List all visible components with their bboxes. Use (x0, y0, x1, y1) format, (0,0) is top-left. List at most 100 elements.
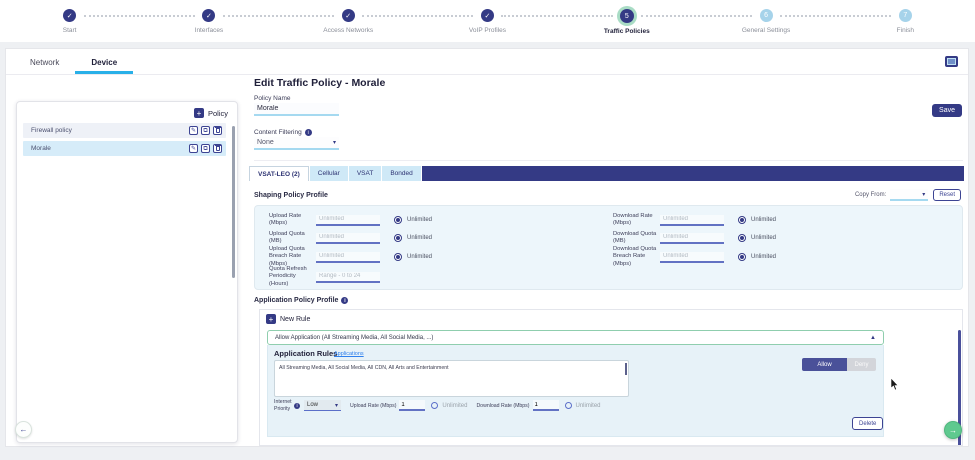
download-rate-input[interactable] (660, 215, 724, 226)
new-rule-button[interactable]: + New Rule (266, 314, 310, 324)
step-check-icon: ✓ (63, 9, 76, 22)
policy-list-scrollbar[interactable] (232, 126, 235, 278)
back-arrow-icon: ← (20, 425, 28, 434)
content-filtering-select[interactable]: None ▾ (254, 137, 339, 150)
policy-name: Morale (31, 145, 186, 152)
allow-button[interactable]: Allow (802, 358, 847, 371)
copy-from-label: Copy From: (855, 192, 886, 198)
application-title-text: Application Policy Profile (254, 297, 338, 304)
download-rate-row: Download Rate (Mbps) Unlimited (613, 211, 776, 229)
back-button[interactable]: ← (15, 421, 32, 438)
tab-cellular[interactable]: Cellular (310, 166, 348, 181)
download-unlimited-label: Unlimited (576, 403, 601, 409)
step-mark: 7 (903, 12, 907, 19)
delete-rule-button[interactable]: Delete (852, 417, 883, 430)
step-general-settings[interactable]: 6 General Settings (696, 0, 835, 42)
next-button[interactable]: → (944, 421, 962, 439)
panel-toggle-icon[interactable] (945, 56, 958, 67)
copy-icon[interactable]: ⧉ (201, 144, 210, 153)
download-unlimited-radio[interactable] (565, 402, 572, 409)
plus-icon: + (266, 314, 276, 324)
step-mark: ✓ (206, 12, 212, 20)
upload-breach-input[interactable] (316, 252, 380, 263)
unlimited-radio[interactable] (738, 234, 746, 242)
tab-network[interactable]: Network (14, 49, 75, 74)
policy-list-item-firewall[interactable]: Firewall policy ✎ ⧉ (23, 123, 226, 138)
edit-icon[interactable]: ✎ (189, 144, 198, 153)
step-voip-profiles[interactable]: ✓ VoIP Profiles (418, 0, 557, 42)
tab-vsat-leo[interactable]: VSAT-LEO (2) (249, 166, 309, 181)
unlimited-radio[interactable] (394, 253, 402, 261)
download-breach-input[interactable] (660, 252, 724, 263)
tab-device[interactable]: Device (75, 49, 133, 74)
upload-rate-input[interactable] (316, 215, 380, 226)
download-breach-label: Download Quota Breach Rate (Mbps) (613, 246, 660, 268)
step-access-networks[interactable]: ✓ Access Networks (279, 0, 418, 42)
quota-refresh-input[interactable] (316, 272, 380, 283)
rule-header-text: Allow Application (All Streaming Media, … (275, 335, 870, 341)
step-mark: 6 (764, 12, 768, 19)
unlimited-label: Unlimited (407, 217, 432, 223)
rule-accordion-header[interactable]: Allow Application (All Streaming Media, … (267, 330, 884, 345)
step-check-icon: ✓ (481, 9, 494, 22)
step-mark: 5 (625, 13, 629, 20)
priority-select[interactable]: Low ▾ (304, 400, 341, 411)
delete-icon[interactable] (213, 126, 222, 135)
tab-bonded[interactable]: Bonded (382, 166, 420, 181)
trash-glyph (216, 146, 220, 151)
application-rules-section: + New Rule Allow Application (All Stream… (259, 309, 963, 446)
unlimited-radio[interactable] (738, 216, 746, 224)
add-policy-button[interactable]: + Policy (194, 108, 228, 118)
info-icon[interactable]: i (294, 403, 300, 409)
application-rules-textarea[interactable]: All Streaming Media, All Social Media, A… (274, 360, 629, 397)
upload-breach-label: Upload Quota Breach Rate (Mbps) (269, 246, 316, 268)
edit-icon[interactable]: ✎ (189, 126, 198, 135)
upload-unlimited-radio[interactable] (431, 402, 438, 409)
info-icon[interactable]: i (341, 297, 348, 304)
step-traffic-policies[interactable]: 5 Traffic Policies (557, 0, 696, 42)
content-filtering-text: Content Filtering (254, 129, 302, 136)
rule-upload-rate-label: Upload Rate (Mbps) (350, 403, 396, 409)
wizard-stepper: ✓ Start ✓ Interfaces ✓ Access Networks ✓… (0, 0, 975, 42)
save-button[interactable]: Save (932, 104, 962, 117)
upload-quota-input[interactable] (316, 233, 380, 244)
copy-icon[interactable]: ⧉ (201, 126, 210, 135)
rule-download-rate-input[interactable] (533, 400, 559, 411)
tab-vsat[interactable]: VSAT (349, 166, 382, 181)
applications-link[interactable]: Applications (334, 351, 364, 357)
application-rules-text: All Streaming Media, All Social Media, A… (279, 365, 449, 371)
unlimited-label: Unlimited (407, 254, 432, 260)
unlimited-radio[interactable] (738, 253, 746, 261)
policy-list-item-morale[interactable]: Morale ✎ ⧉ (23, 141, 226, 156)
step-finish[interactable]: 7 Finish (836, 0, 975, 42)
chevron-down-icon: ▾ (333, 139, 336, 146)
policy-name-input[interactable] (254, 103, 339, 116)
upload-breach-row: Upload Quota Breach Rate (Mbps) Unlimite… (269, 247, 432, 267)
delete-icon[interactable] (213, 144, 222, 153)
reset-button[interactable]: Reset (933, 189, 961, 201)
download-rate-label: Download Rate (Mbps) (613, 213, 660, 227)
step-interfaces[interactable]: ✓ Interfaces (139, 0, 278, 42)
upload-rate-label: Upload Rate (Mbps) (269, 213, 316, 227)
next-arrow-icon: → (949, 426, 957, 435)
step-start[interactable]: ✓ Start (0, 0, 139, 42)
info-icon[interactable]: i (305, 129, 312, 136)
collapse-icon[interactable]: ▲ (870, 335, 876, 341)
step-mark: ✓ (485, 12, 491, 20)
deny-button[interactable]: Deny (847, 358, 876, 371)
internet-priority-label: Internet Priority (274, 399, 294, 413)
unlimited-radio[interactable] (394, 234, 402, 242)
download-quota-label: Download Quota (MB) (613, 231, 660, 245)
step-label: Start (63, 27, 77, 34)
step-mark: ✓ (345, 12, 351, 20)
unlimited-radio[interactable] (394, 216, 402, 224)
step-label: Traffic Policies (604, 28, 650, 35)
textarea-scrollbar[interactable] (625, 363, 627, 375)
copy-from-select[interactable]: ▾ (890, 189, 928, 201)
download-quota-input[interactable] (660, 233, 724, 244)
chevron-down-icon: ▾ (335, 402, 338, 409)
rule-upload-rate-input[interactable] (399, 400, 425, 411)
step-check-icon: ✓ (342, 9, 355, 22)
rule-accordion-body: Application Rules Applications All Strea… (267, 345, 884, 437)
rule-download-rate-label: Download Rate (Mbps) (476, 403, 529, 409)
